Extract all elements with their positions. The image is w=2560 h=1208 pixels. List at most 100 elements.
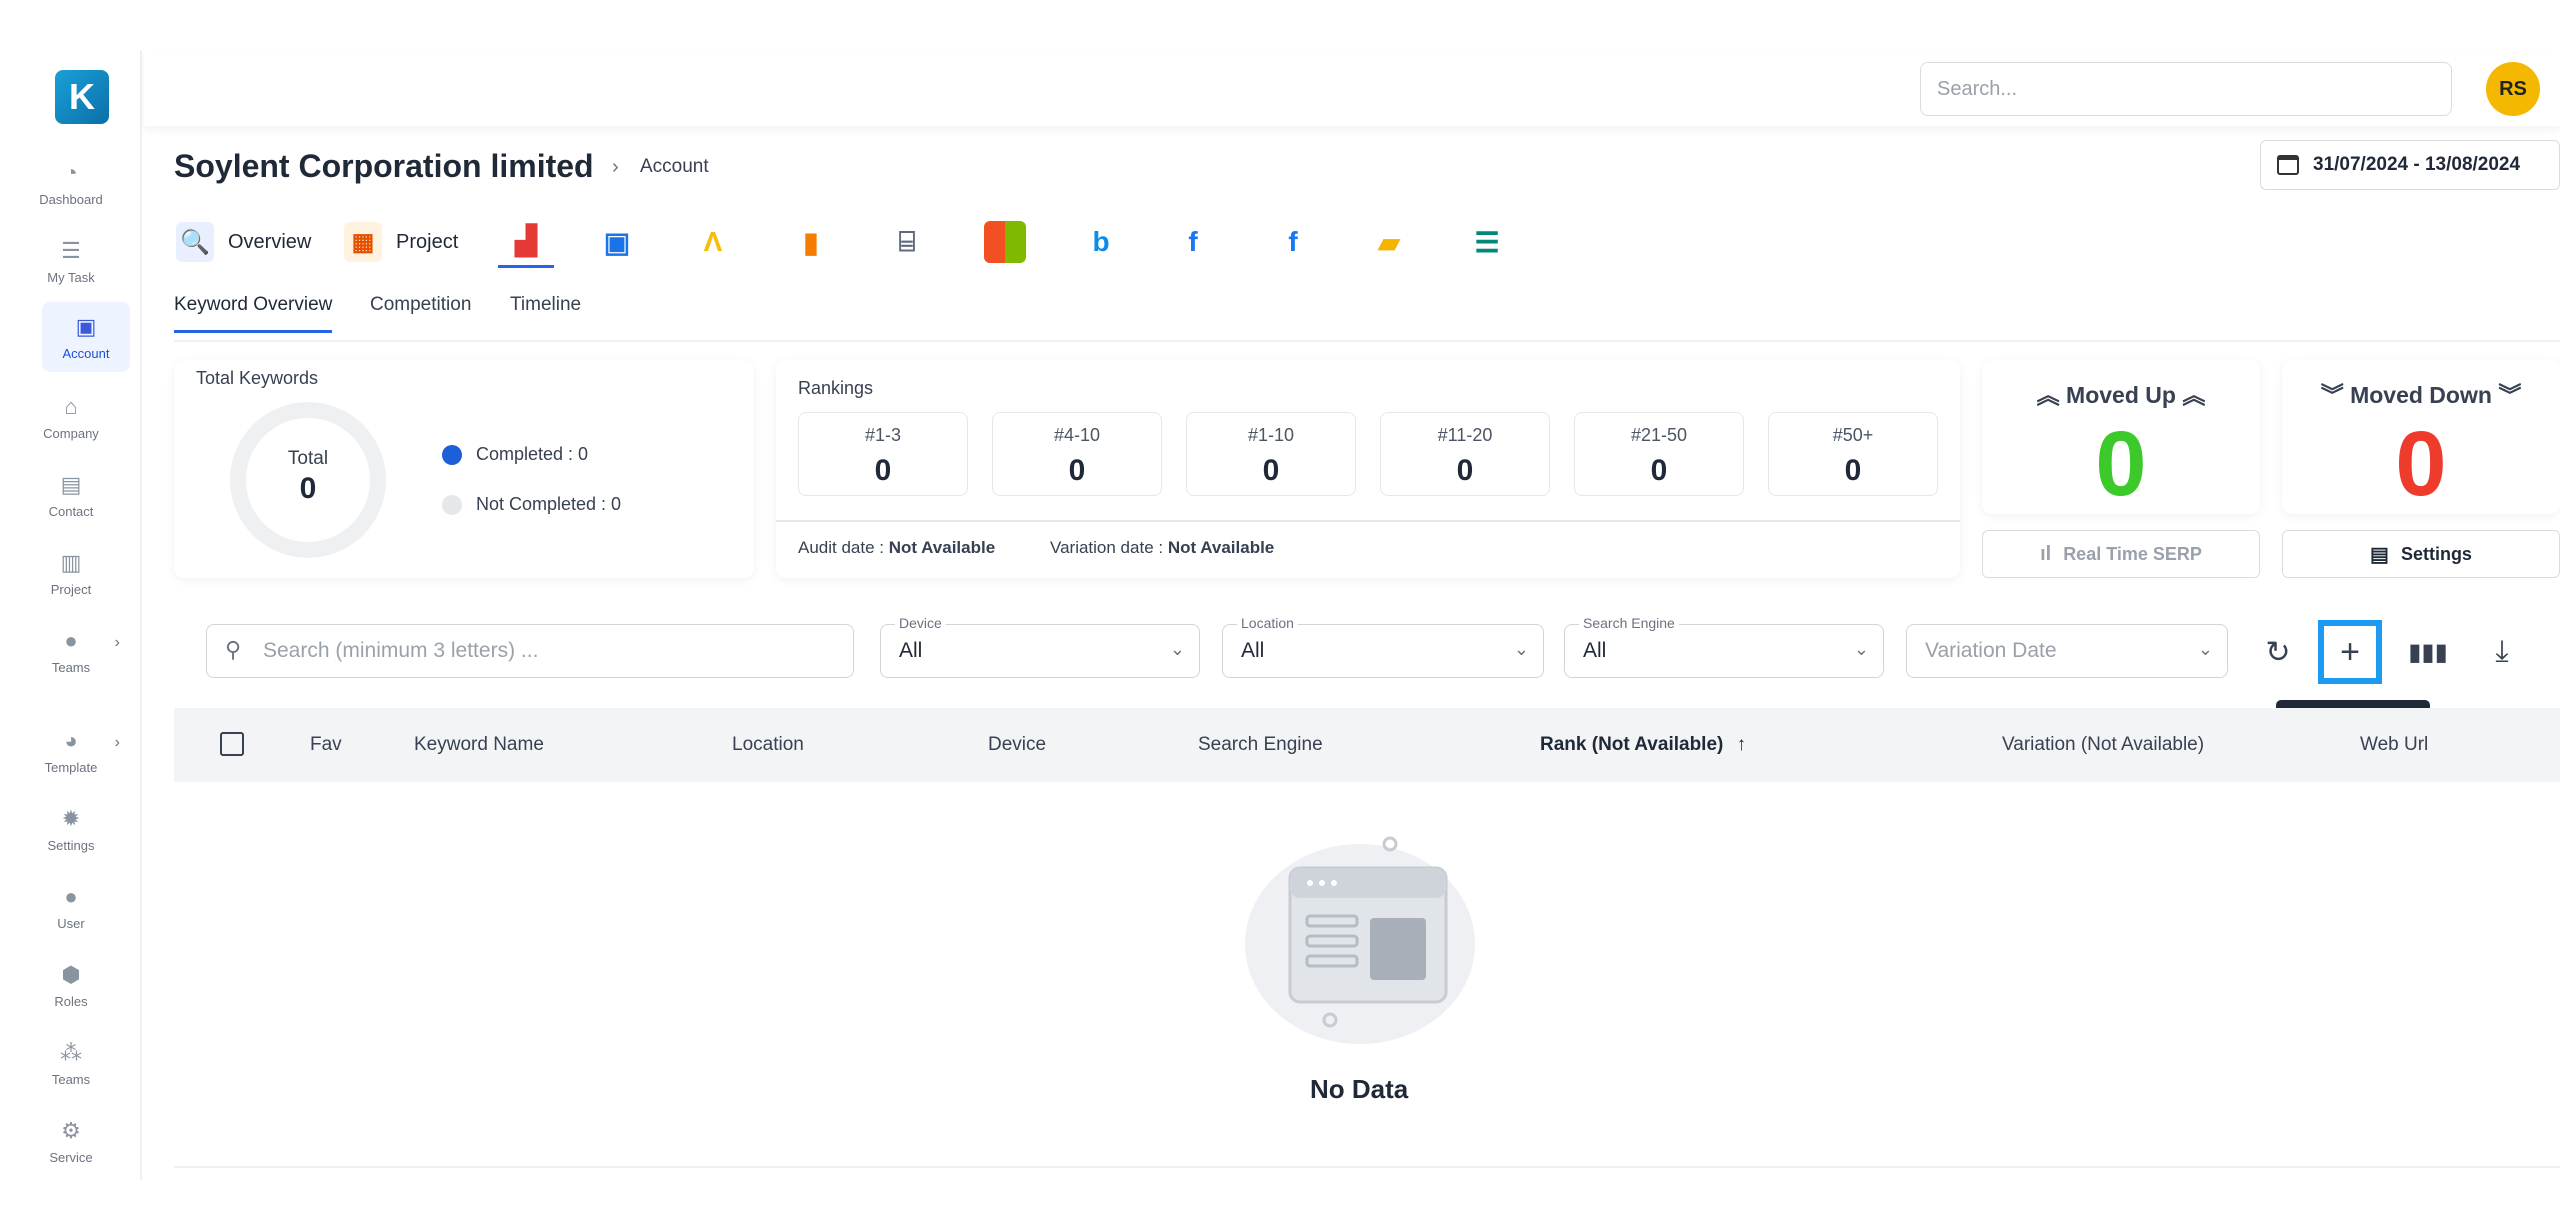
sidebar-item-label: Template: [44, 759, 98, 775]
chevron-down-icon: ⌄: [2197, 639, 2213, 659]
google-business-icon: ▣: [603, 226, 631, 258]
tab-project-label: Project: [396, 230, 459, 253]
avatar[interactable]: RS: [2486, 62, 2540, 116]
col-rank[interactable]: Rank (Not Available) ↑: [1540, 734, 1746, 756]
calendar-icon: [2277, 155, 2299, 175]
legend-completed: Completed : 0: [442, 444, 588, 465]
tab-competition[interactable]: Competition: [370, 294, 471, 330]
download-button[interactable]: ⤓: [2470, 620, 2534, 684]
real-time-serp-button[interactable]: ıl Real Time SERP: [1982, 530, 2260, 578]
col-keyword-name[interactable]: Keyword Name: [414, 734, 544, 756]
bar-chart-icon: ıl: [2040, 542, 2052, 565]
device-select-value: All: [899, 639, 923, 662]
col-search-engine[interactable]: Search Engine: [1198, 734, 1323, 756]
page-title: Soylent Corporation limited: [174, 148, 594, 184]
sidebar-item-label: Settings: [47, 837, 95, 853]
sidebar-item-project[interactable]: ▥ Project: [0, 538, 142, 608]
col-variation[interactable]: Variation (Not Available): [2002, 734, 2204, 756]
search-engine-select-label: Search Engine: [1579, 615, 1679, 631]
tab-tasks[interactable]: ☰: [1468, 216, 1506, 268]
bank-icon: ⌂: [64, 393, 78, 419]
tab-google-business[interactable]: ▣: [598, 216, 636, 268]
sidebar-item-label: Teams: [51, 1071, 91, 1087]
moved-down-value: 0: [2395, 413, 2447, 515]
add-keywords-button[interactable]: +: [2318, 620, 2382, 684]
sidebar-item-user[interactable]: ● User: [0, 872, 142, 942]
location-select[interactable]: Location All ⌄: [1222, 615, 1544, 678]
rankings-divider: [776, 520, 1960, 522]
rankings-title: Rankings: [798, 378, 874, 398]
account-icon: ▣: [75, 313, 97, 339]
rank-value: 0: [874, 454, 892, 487]
audit-date-label: Audit date :: [798, 538, 889, 557]
rankings-card: Rankings #1-3 0 #4-10 0 #1-10 0 #11-20 0…: [776, 360, 1960, 578]
device-select[interactable]: Device All ⌄: [880, 615, 1200, 678]
tab-reports[interactable]: ▰: [1370, 216, 1408, 268]
overview-report-icon: 🔍: [176, 222, 214, 262]
chevron-down-icon: ⌄: [1169, 639, 1185, 659]
search-engine-select[interactable]: Search Engine All ⌄: [1564, 615, 1884, 678]
tab-keyword-overview[interactable]: Keyword Overview: [174, 294, 333, 333]
device-select-label: Device: [895, 615, 946, 631]
topbar: Search... RS: [144, 50, 2560, 126]
completed-dot: [442, 444, 462, 465]
col-location[interactable]: Location: [732, 734, 804, 756]
tab-project[interactable]: ▦ Project: [344, 216, 458, 268]
rank-label: #21-50: [1630, 425, 1688, 445]
settings-button[interactable]: ▤ Settings: [2282, 530, 2560, 578]
microsoft-icon: [984, 221, 1026, 263]
chevron-right-icon: ›: [114, 734, 120, 751]
date-range-button[interactable]: 31/07/2024 - 13/08/2024: [2260, 140, 2560, 190]
sidebar-item-settings[interactable]: ✹ Settings: [0, 794, 142, 864]
real-time-serp-label: Real Time SERP: [2063, 543, 2202, 564]
sidebar-item-label: Service: [49, 1149, 93, 1165]
tab-timeline[interactable]: Timeline: [510, 294, 581, 330]
audit-date: Audit date : Not Available: [798, 538, 995, 558]
variation-date-select[interactable]: Variation Date ⌄: [1906, 624, 2228, 678]
tab-rank-tracker[interactable]: ▟: [498, 216, 554, 268]
sidebar-item-service[interactable]: ⚙ Service: [0, 1106, 142, 1176]
sidebar-item-account[interactable]: ▣ Account: [42, 302, 130, 372]
moved-down-card: ︾ Moved Down ︾ 0: [2282, 360, 2560, 515]
rank-label: #1-10: [1247, 425, 1295, 445]
sidebar-item-label: Company: [43, 425, 99, 441]
tab-overview[interactable]: 🔍 Overview: [176, 216, 311, 268]
tab-overview-label: Overview: [228, 230, 312, 253]
global-search-input[interactable]: Search...: [1920, 62, 2452, 116]
facebook-icon: f: [1288, 226, 1298, 257]
sidebar-item-roles[interactable]: ⬢ Roles: [0, 950, 142, 1020]
sidebar-item-my-task[interactable]: ☰ My Task: [0, 226, 142, 296]
bing-icon: b: [1092, 226, 1110, 257]
tab-microsoft[interactable]: [984, 216, 1026, 268]
select-all-checkbox[interactable]: [220, 732, 244, 756]
tab-facebook[interactable]: f: [1274, 216, 1312, 268]
user-icon: ●: [64, 883, 78, 909]
sidebar-item-teams[interactable]: ● Teams ›: [0, 616, 142, 686]
rank-box-50-plus: #50+ 0: [1768, 412, 1938, 496]
completed-label: Completed : 0: [476, 444, 589, 464]
sidebar-item-company[interactable]: ⌂ Company: [0, 382, 142, 452]
tab-tools[interactable]: ⌸: [888, 216, 926, 268]
refresh-button[interactable]: ↻: [2246, 620, 2310, 684]
tab-google-analytics[interactable]: ▮: [792, 216, 830, 268]
tab-bing[interactable]: b: [1082, 216, 1120, 268]
google-ads-icon: Λ: [703, 226, 723, 257]
sidebar-item-contact[interactable]: ▤ Contact: [0, 460, 142, 530]
sidebar-item-dashboard[interactable]: ◔ Dashboard: [0, 148, 142, 218]
tab-facebook-ads[interactable]: f: [1174, 216, 1212, 268]
rank-value: 0: [1650, 454, 1668, 487]
app-logo[interactable]: K: [55, 70, 109, 124]
rank-label: #4-10: [1053, 425, 1101, 445]
sidebar-item-teams-2[interactable]: ⁂ Teams: [0, 1028, 142, 1098]
tab-google-ads[interactable]: Λ: [694, 216, 732, 268]
col-web-url[interactable]: Web Url: [2360, 734, 2428, 756]
empty-state-illustration: [1245, 836, 1475, 1044]
columns-button[interactable]: ▮▮▮: [2396, 620, 2460, 684]
keyword-search-input[interactable]: ⚲ Search (minimum 3 letters) ...: [206, 624, 854, 678]
breadcrumb[interactable]: Account: [640, 156, 709, 178]
col-device[interactable]: Device: [988, 734, 1046, 756]
sidebar-item-template[interactable]: ◕ Template ›: [0, 716, 142, 786]
col-fav[interactable]: Fav: [310, 734, 342, 756]
location-select-value: All: [1241, 639, 1265, 662]
rank-value: 0: [1262, 454, 1280, 487]
